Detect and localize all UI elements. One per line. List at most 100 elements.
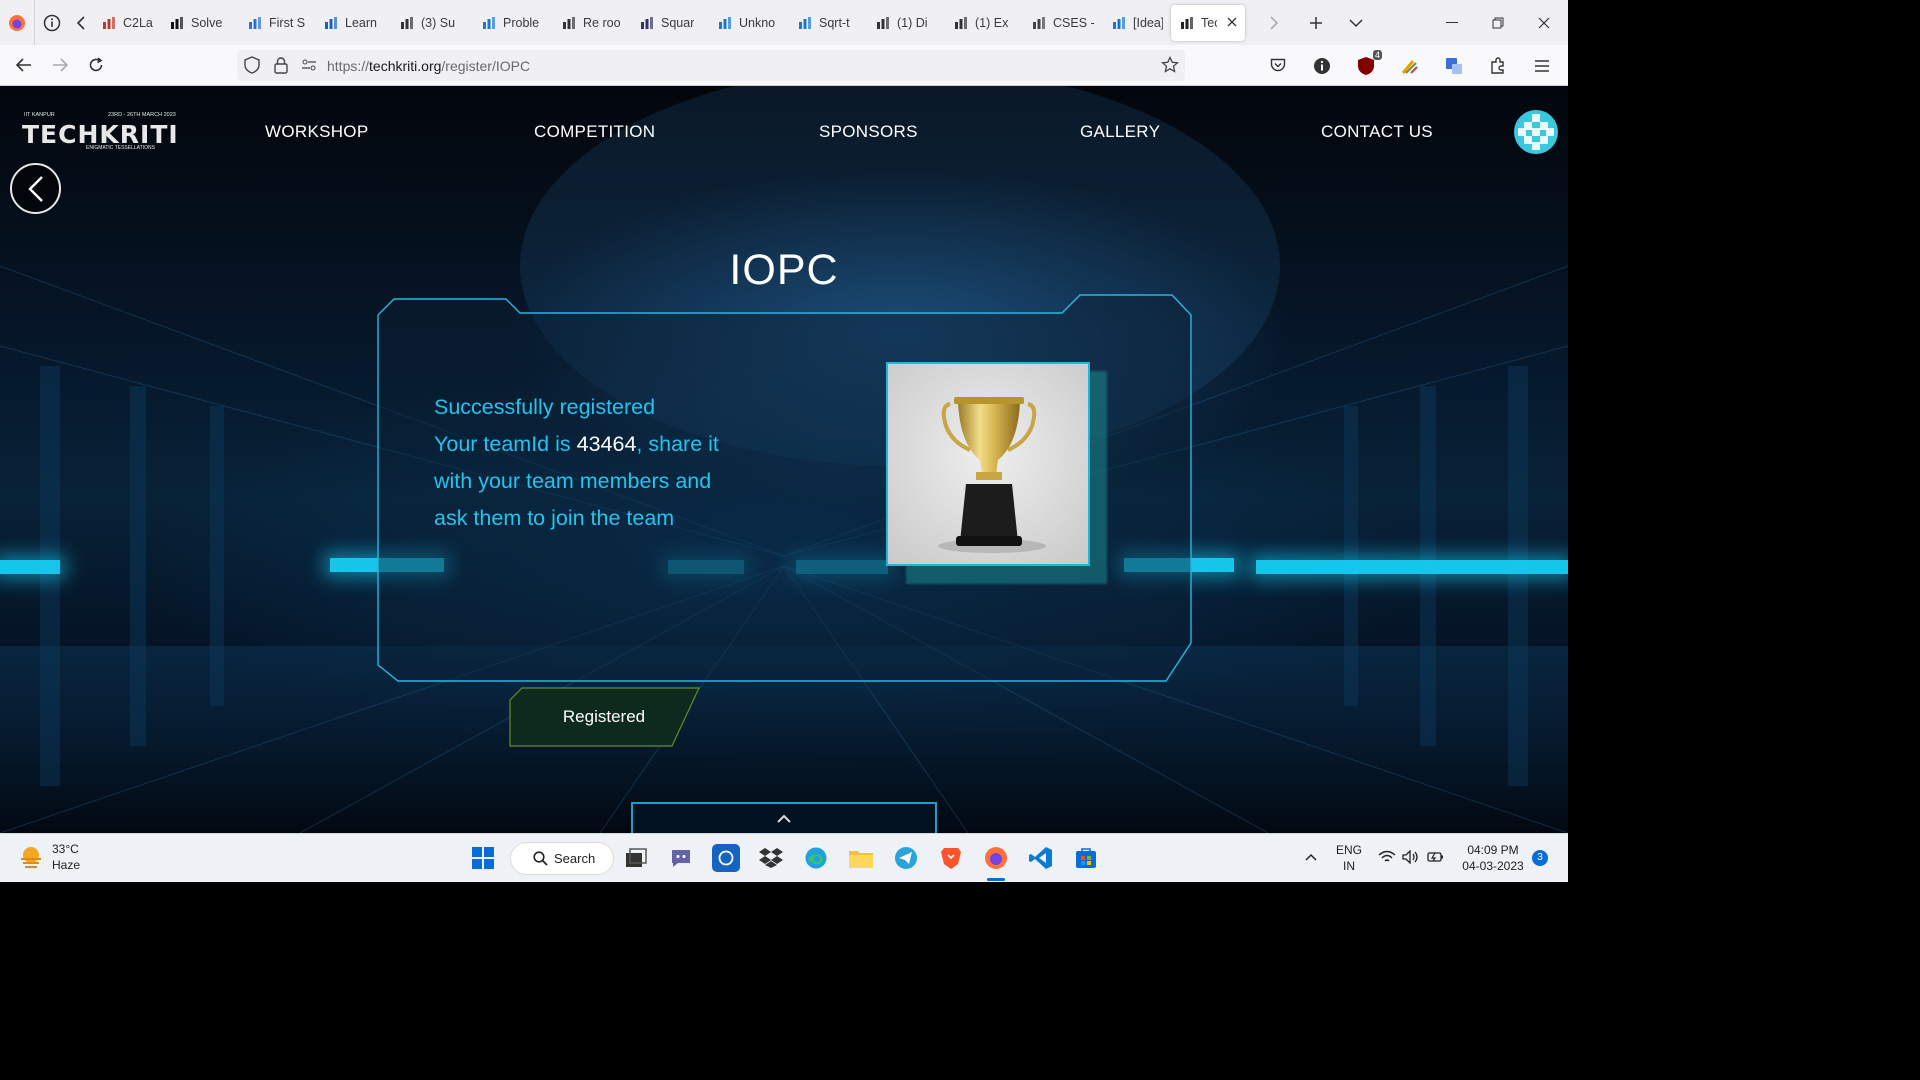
browser-tab[interactable]: Solve (161, 5, 239, 41)
tab-groups-icon[interactable] (35, 6, 69, 40)
logo-institute: IIT KANPUR (24, 112, 55, 118)
teams-chat-icon[interactable] (667, 844, 695, 872)
browser-tab[interactable]: Re roo (553, 5, 631, 41)
browser-tab[interactable]: C2Lad (93, 5, 161, 41)
browser-tab[interactable]: [Idea] (1103, 5, 1171, 41)
browser-nav-toolbar: https://techkriti.org/register/IOPC 4 (0, 45, 1568, 86)
color-picker-extension-icon[interactable] (1392, 50, 1428, 82)
site-header: IIT KANPUR 23RD - 26TH MARCH 2023 TECHKR… (0, 86, 1568, 178)
close-window-icon[interactable] (1526, 6, 1562, 40)
taskbar-search-button[interactable]: Search (510, 842, 614, 875)
browser-tab[interactable]: (1) Di (867, 5, 945, 41)
browser-tab[interactable]: First S (239, 5, 315, 41)
translate-extension-icon[interactable] (1436, 50, 1472, 82)
notification-badge[interactable]: 3 (1532, 850, 1548, 866)
battery-icon[interactable] (1427, 850, 1445, 868)
tab-title: Tec (1201, 15, 1217, 30)
site-permissions-icon[interactable] (301, 57, 317, 78)
tab-title: Squar (661, 15, 695, 30)
nav-contact-us[interactable]: CONTACT US (1321, 122, 1433, 142)
browser-tab-strip: C2Lad Solve First S Learn (3) Su Proble Re roo… (0, 0, 1568, 45)
extensions-puzzle-icon[interactable] (1480, 50, 1516, 82)
registered-button[interactable]: Registered (508, 687, 700, 747)
browser-tab[interactable]: Proble (473, 5, 553, 41)
lock-icon[interactable] (273, 56, 289, 79)
wifi-icon[interactable] (1378, 850, 1396, 868)
nav-competition[interactable]: COMPETITION (534, 122, 655, 142)
forward-arrow-icon[interactable] (42, 49, 78, 81)
back-button[interactable] (10, 163, 61, 214)
haze-weather-icon (21, 847, 41, 868)
tab-active[interactable]: Tec (1171, 4, 1245, 41)
tab-title: First S (269, 15, 306, 30)
list-all-tabs-icon[interactable] (1339, 6, 1373, 40)
techkriti-logo[interactable]: IIT KANPUR 23RD - 26TH MARCH 2023 TECHKR… (22, 112, 178, 152)
edge-browser-icon[interactable] (802, 844, 830, 872)
show-hidden-icons-button[interactable] (1304, 850, 1318, 866)
new-tab-icon[interactable] (1299, 6, 1333, 40)
address-bar[interactable]: https://techkriti.org/register/IOPC (237, 50, 1185, 81)
hamburger-menu-icon[interactable] (1524, 50, 1560, 82)
pocket-icon[interactable] (1260, 50, 1296, 82)
dropbox-icon[interactable] (757, 844, 785, 872)
browser-tab[interactable]: (1) Ex (945, 5, 1023, 41)
restore-window-icon[interactable] (1480, 6, 1516, 40)
file-explorer-icon[interactable] (847, 844, 875, 872)
user-avatar[interactable] (1514, 110, 1558, 154)
nav-workshop[interactable]: WORKSHOP (265, 122, 368, 142)
browser-tab[interactable]: Learn (315, 5, 391, 41)
browser-tab[interactable]: Sqrt-t (789, 5, 867, 41)
tab-title: (1) Di (897, 15, 928, 30)
scroll-tabs-right-icon[interactable] (1257, 6, 1291, 40)
volume-icon[interactable] (1402, 849, 1420, 868)
clock[interactable]: 04:09 PM 04-03-2023 (1458, 842, 1528, 874)
codechef-icon (101, 15, 117, 31)
trophy-icon (938, 397, 1046, 553)
registered-button-label: Registered (562, 707, 646, 726)
start-windows-icon[interactable] (469, 844, 497, 872)
cyan-light-strip (0, 560, 60, 574)
task-view-icon[interactable] (622, 844, 650, 872)
minimize-window-icon[interactable] (1434, 6, 1470, 40)
close-tab-icon[interactable] (1227, 16, 1237, 30)
weather-widget[interactable]: 33°C Haze (18, 841, 80, 873)
language-indicator[interactable]: ENG IN (1334, 842, 1364, 874)
clock-date: 04-03-2023 (1462, 859, 1524, 873)
browser-tab[interactable]: Unkno (709, 5, 789, 41)
search-label: Search (554, 851, 596, 866)
back-arrow-icon[interactable] (6, 49, 42, 81)
instruction-text-1: with your team members and (434, 469, 712, 493)
chevron-left-icon (27, 175, 43, 202)
url-text[interactable]: https://techkriti.org/register/IOPC (327, 58, 530, 74)
scroll-tabs-left-icon[interactable] (69, 6, 93, 40)
bookmark-star-icon[interactable] (1161, 55, 1179, 79)
codeforces-icon (717, 15, 733, 31)
leetcode-icon (561, 15, 577, 31)
firefox-taskbar-icon[interactable] (982, 844, 1010, 872)
instruction-text-2: ask them to join the team (434, 506, 675, 530)
microsoft-store-icon[interactable] (1072, 844, 1100, 872)
scroll-to-top-button[interactable] (631, 802, 937, 833)
firefox-menu-icon[interactable] (0, 6, 34, 40)
telegram-icon[interactable] (892, 844, 920, 872)
browser-tab[interactable]: CSES - Tre (1023, 5, 1103, 41)
logo-tagline: ENIGMATIC TESSELLATIONS (86, 145, 155, 151)
tab-title: (1) Ex (975, 15, 1009, 30)
reload-icon[interactable] (78, 49, 114, 81)
vscode-icon[interactable] (1027, 844, 1055, 872)
nav-gallery[interactable]: GALLERY (1080, 122, 1160, 142)
nav-sponsors[interactable]: SPONSORS (819, 122, 918, 142)
tracking-protection-shield-icon[interactable] (243, 56, 261, 79)
extension-info-icon[interactable] (1304, 50, 1340, 82)
ublock-origin-icon[interactable]: 4 (1348, 49, 1384, 82)
trophy-image (886, 362, 1090, 566)
signal-messenger-icon[interactable] (712, 844, 740, 872)
tab-title: Learn (345, 15, 377, 30)
tab-title: [Idea] (1133, 15, 1163, 30)
browser-tab[interactable]: (3) Su (391, 5, 473, 41)
logo-date: 23RD - 26TH MARCH 2023 (108, 112, 176, 118)
team-id-line: Your teamId is 43464, share it (434, 432, 719, 456)
brave-browser-icon[interactable] (937, 844, 965, 872)
browser-tab[interactable]: Squar (631, 5, 709, 41)
tab-title: C2Lad (123, 15, 153, 30)
